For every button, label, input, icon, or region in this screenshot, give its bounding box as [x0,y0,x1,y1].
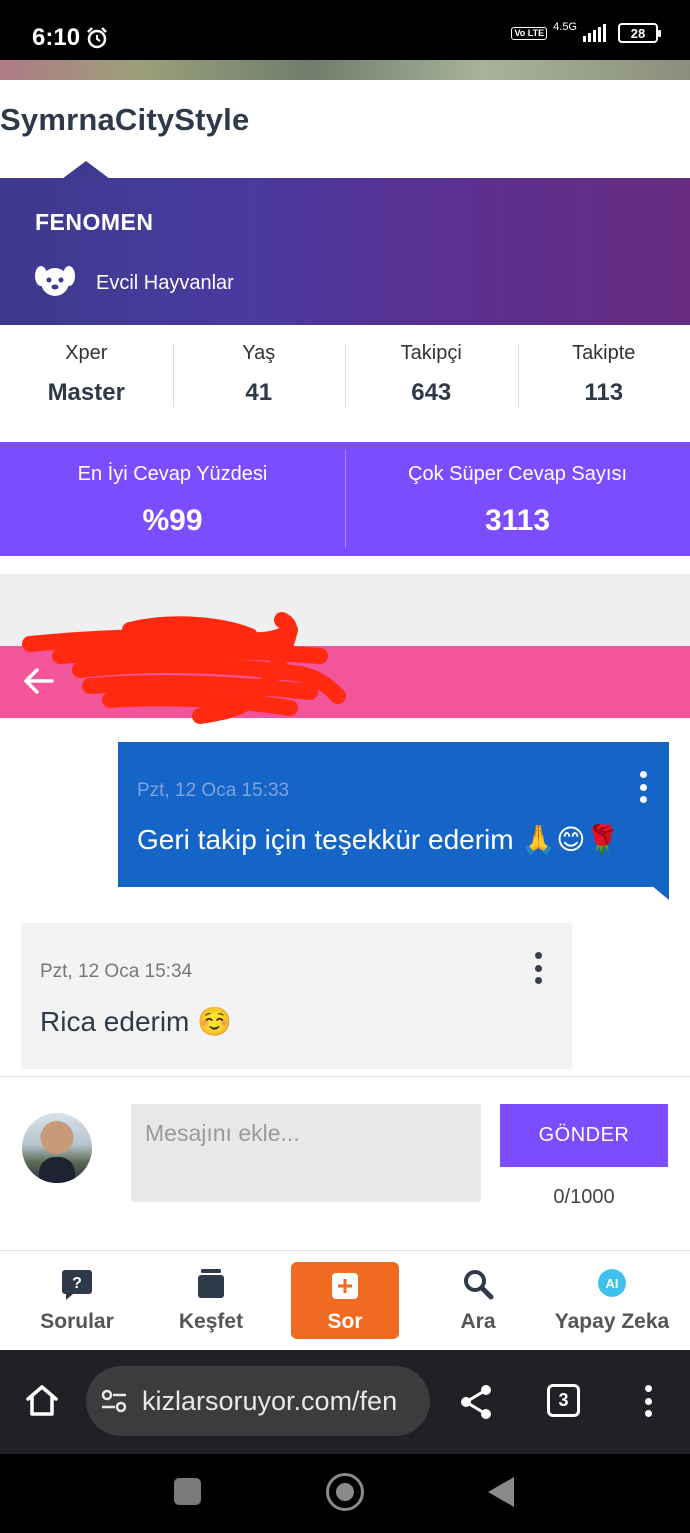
message-options-icon[interactable] [633,769,653,805]
score-label: En İyi Cevap Yüzdesi [77,463,268,485]
char-count: 0/1000 [553,1186,615,1208]
nav-explore[interactable]: Keşfet [144,1251,278,1350]
message-outgoing: Pzt, 12 Oca 15:33 Geri takip için teşekk… [118,742,669,887]
battery-level: 28 [630,25,646,41]
recents-button[interactable] [174,1478,201,1505]
nav-label: Sor [327,1310,363,1333]
message-input[interactable] [131,1104,481,1202]
url-text: kizlarsoruyor.com/fen [142,1385,398,1416]
score-value: %99 [142,504,203,537]
bubble-tail [645,880,669,900]
share-icon[interactable] [458,1383,494,1421]
search-icon [464,1270,494,1300]
nav-label: Sorular [40,1310,114,1333]
svg-text:?: ? [72,1275,82,1292]
message-incoming: Pzt, 12 Oca 15:34 Rica ederim ☺️ [21,923,572,1069]
avatar [22,1113,92,1183]
stat-label: Takipte [572,342,636,364]
stat-following[interactable]: Takipte 113 [517,325,690,442]
message-options-icon[interactable] [528,950,548,986]
profile-username: SymrnaCityStyle [0,102,250,137]
alarm-icon [87,27,107,49]
bottom-nav: ? Sorular Keşfet Sor Ara AI Yapay Zeka [0,1251,690,1350]
status-bar: 6:10 Vo LTE 4.5G 28 [0,0,690,60]
nav-search[interactable]: Ara [411,1251,545,1350]
system-navigation [0,1454,690,1533]
signal-icon [583,24,606,42]
stat-label: Yaş [242,342,276,364]
stat-xper: Xper Master [0,325,173,442]
address-bar[interactable]: kizlarsoruyor.com/fen [86,1366,430,1436]
stat-value: 643 [411,379,452,406]
stat-label: Takipçi [400,342,462,364]
nav-ask[interactable]: Sor [291,1262,399,1339]
stat-followers[interactable]: Takipçi 643 [345,325,518,442]
stat-label: Xper [65,342,108,364]
browser-toolbar: kizlarsoruyor.com/fen 3 [0,1350,690,1454]
volte-icon: Vo LTE [511,26,548,40]
plus-icon [332,1273,358,1299]
message-text: Geri takip için teşekkür ederim 🙏😊🌹 [137,824,621,855]
status-time: 6:10 [32,24,81,51]
question-bubble-icon: ? [62,1270,92,1300]
home-button[interactable] [326,1473,364,1511]
cover-photo [0,60,690,80]
svg-text:AI: AI [606,1276,619,1291]
nav-questions[interactable]: ? Sorular [10,1251,144,1350]
nav-ai[interactable]: AI Yapay Zeka [545,1251,679,1350]
home-icon[interactable] [24,1383,60,1417]
score-value: 3113 [484,504,551,537]
stat-value: 113 [584,379,624,406]
status-icons: Vo LTE 4.5G 28 [511,21,661,43]
score-label: Çok Süper Cevap Sayısı [408,463,627,485]
message-time: Pzt, 12 Oca 15:34 [40,961,193,982]
message-composer: GÖNDER 0/1000 [0,1076,690,1251]
stat-age: Yaş 41 [172,325,346,442]
message-time: Pzt, 12 Oca 15:33 [137,780,290,801]
battery-icon: 28 [618,23,661,43]
message-text: Rica ederim ☺️ [40,1006,233,1037]
badge-title: FENOMEN [35,209,154,235]
redaction-scribble [22,612,346,724]
browser-menu-icon[interactable] [636,1383,660,1419]
tab-count: 3 [558,1390,569,1410]
send-button[interactable]: GÖNDER [500,1104,668,1167]
badge-category: Evcil Hayvanlar [96,272,234,294]
pet-icon [35,266,75,296]
stats-row: Xper Master Yaş 41 Takipçi 643 Takipte 1… [0,325,690,442]
tabs-button[interactable]: 3 [547,1384,580,1417]
score-best-answer-rate: En İyi Cevap Yüzdesi %99 [0,442,345,556]
site-settings-icon[interactable] [100,1389,128,1413]
network-type: 4.5G [553,21,577,33]
back-button[interactable] [488,1477,514,1507]
cards-stack-icon [198,1269,224,1298]
badge-banner: FENOMEN Evcil Hayvanlar [0,178,690,325]
ai-icon: AI [598,1269,626,1297]
banner-notch [62,161,110,179]
nav-label: Ara [460,1310,496,1333]
stat-value: 41 [245,379,273,406]
nav-label: Yapay Zeka [554,1310,670,1333]
score-row: En İyi Cevap Yüzdesi %99 Çok Süper Cevap… [0,442,690,556]
stat-value: Master [47,379,125,406]
score-super-answer-count: Çok Süper Cevap Sayısı 3113 [345,442,690,556]
nav-label: Keşfet [178,1310,244,1333]
